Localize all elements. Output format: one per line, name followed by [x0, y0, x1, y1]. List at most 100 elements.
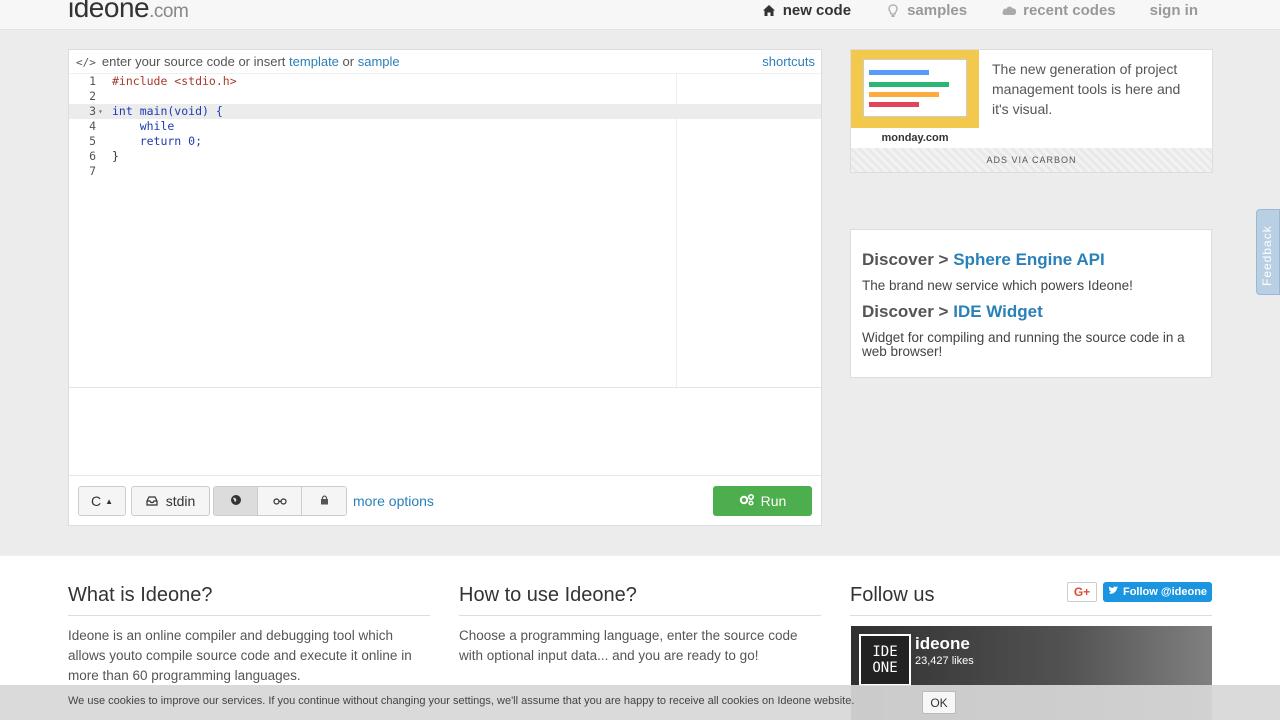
nav-sign-in[interactable]: sign in: [1150, 2, 1198, 19]
line-number: 1: [89, 74, 96, 88]
facebook-likes-count: 23,427 likes: [915, 655, 974, 667]
line-number: 3: [89, 104, 96, 118]
lock-icon: [320, 494, 329, 508]
twitter-bird-icon: [1108, 586, 1119, 598]
stdin-button[interactable]: stdin: [131, 486, 210, 516]
logo-main: ideone: [68, 0, 150, 23]
discover-box: Discover > Sphere Engine API The brand n…: [850, 229, 1212, 378]
code-text: return 0;: [112, 134, 203, 148]
cloud-icon: [1001, 3, 1017, 19]
caret-up-icon: ▲: [105, 496, 114, 506]
editor-hint-or: or: [342, 54, 355, 69]
line-number: 5: [89, 134, 96, 148]
facebook-page-name[interactable]: ideone: [915, 634, 970, 654]
fold-arrow-icon[interactable]: ▾: [98, 104, 103, 119]
code-line: 7: [69, 164, 821, 179]
ads-via-carbon[interactable]: ADS VIA CARBON: [851, 148, 1212, 172]
editor-hint: </> enter your source code or insert temp…: [76, 54, 400, 69]
run-button[interactable]: Run: [713, 486, 812, 516]
sample-link[interactable]: sample: [358, 54, 400, 69]
code-icon: </>: [76, 56, 96, 69]
divider: [459, 615, 821, 616]
ideone-logo[interactable]: ideone.com: [68, 0, 189, 24]
code-text: while: [112, 119, 175, 133]
sphere-engine-link[interactable]: Sphere Engine API: [953, 250, 1104, 269]
nav-new-code[interactable]: new code: [761, 2, 851, 19]
stdin-label: stdin: [165, 493, 196, 509]
template-link[interactable]: template: [289, 54, 339, 69]
sphere-engine-description: The brand new service which powers Ideon…: [862, 278, 1133, 293]
visibility-toggle-group: [213, 486, 347, 516]
editor-toolbar: </> enter your source code or insert temp…: [69, 50, 821, 74]
public-visibility-button[interactable]: [214, 487, 258, 515]
gears-icon: [739, 493, 755, 509]
more-options-link[interactable]: more options: [353, 493, 434, 509]
what-is-ideone-title: What is Ideone?: [68, 584, 213, 606]
main-nav: new code samples recent codes sign in: [761, 2, 1198, 19]
ide-widget-link[interactable]: IDE Widget: [953, 302, 1043, 321]
code-line-active: 3 ▾ int main(void) {: [69, 104, 821, 119]
divider: [68, 615, 430, 616]
language-label: C: [90, 493, 102, 509]
logo-suffix: .com: [149, 1, 189, 22]
lightbulb-icon: [885, 3, 901, 19]
code-text: }: [112, 149, 119, 163]
code-textarea[interactable]: 1 #include <stdio.h> 2 3 ▾ int main(void…: [69, 74, 821, 387]
discover-ide-widget: Discover > IDE Widget: [862, 302, 1043, 322]
ad-brand: monday.com: [851, 128, 979, 148]
shortcuts-link[interactable]: shortcuts: [762, 54, 815, 69]
ad-image[interactable]: monday.com: [851, 50, 979, 148]
how-to-use-title: How to use Ideone?: [459, 584, 637, 606]
globe-icon: [230, 494, 242, 509]
cookie-consent-bar: We use cookies to improve our services. …: [0, 685, 1280, 720]
ad-text[interactable]: The new generation of project management…: [992, 59, 1192, 119]
glasses-icon: [272, 494, 287, 508]
feedback-tab[interactable]: Feedback: [1256, 209, 1280, 295]
nav-new-code-label: new code: [782, 2, 852, 19]
inbox-icon: [146, 493, 158, 509]
cookie-ok-button[interactable]: OK: [922, 691, 956, 714]
line-number: 2: [89, 89, 96, 103]
discover-prefix: Discover >: [862, 250, 949, 269]
hidden-visibility-button[interactable]: [258, 487, 302, 515]
code-text: int main(void) {: [112, 104, 223, 118]
cookie-message: We use cookies to improve our services. …: [68, 695, 855, 707]
carbon-ad[interactable]: monday.com The new generation of project…: [850, 49, 1213, 173]
nav-sign-in-label: sign in: [1149, 2, 1198, 19]
line-number: 7: [89, 164, 96, 178]
what-is-ideone-text: Ideone is an online compiler and debuggi…: [68, 628, 412, 683]
top-header: ideone.com new code samples recent codes…: [0, 0, 1280, 30]
nav-recent-codes[interactable]: recent codes: [1001, 2, 1116, 19]
code-line: 1 #include <stdio.h>: [69, 74, 821, 89]
code-line: 2: [69, 89, 821, 104]
code-editor-panel: </> enter your source code or insert temp…: [68, 49, 822, 526]
nav-samples[interactable]: samples: [885, 2, 967, 19]
line-number: 4: [89, 119, 96, 133]
code-line: 4 while: [69, 119, 821, 134]
private-visibility-button[interactable]: [302, 487, 346, 515]
editor-hint-prefix: enter your source code or insert: [101, 54, 286, 69]
nav-recent-codes-label: recent codes: [1023, 2, 1116, 19]
feedback-label: Feedback: [1260, 225, 1274, 286]
twitter-follow-button[interactable]: Follow @ideone: [1103, 582, 1212, 602]
editor-actions: C ▲ stdin more options Run: [69, 475, 821, 525]
follow-us-title: Follow us: [850, 584, 935, 606]
line-number: 6: [89, 149, 96, 163]
ide-widget-description: Widget for compiling and running the sou…: [862, 330, 1185, 359]
editor-divider: [69, 387, 821, 388]
how-to-use-text: Choose a programming language, enter the…: [459, 628, 798, 663]
discover-prefix: Discover >: [862, 302, 949, 321]
nav-samples-label: samples: [907, 2, 968, 19]
home-icon: [761, 3, 777, 19]
google-plus-button[interactable]: G+: [1067, 582, 1097, 602]
divider: [850, 615, 1212, 616]
discover-sphere-engine: Discover > Sphere Engine API: [862, 250, 1105, 270]
language-select-button[interactable]: C ▲: [78, 486, 126, 516]
code-line: 6 }: [69, 149, 821, 164]
ad-screenshot: [863, 59, 967, 117]
code-text: #include <stdio.h>: [112, 74, 237, 88]
twitter-follow-label: Follow @ideone: [1122, 586, 1208, 598]
run-label: Run: [760, 493, 787, 509]
ideone-page-avatar[interactable]: IDE ONE: [859, 634, 911, 686]
code-line: 5 return 0;: [69, 134, 821, 149]
